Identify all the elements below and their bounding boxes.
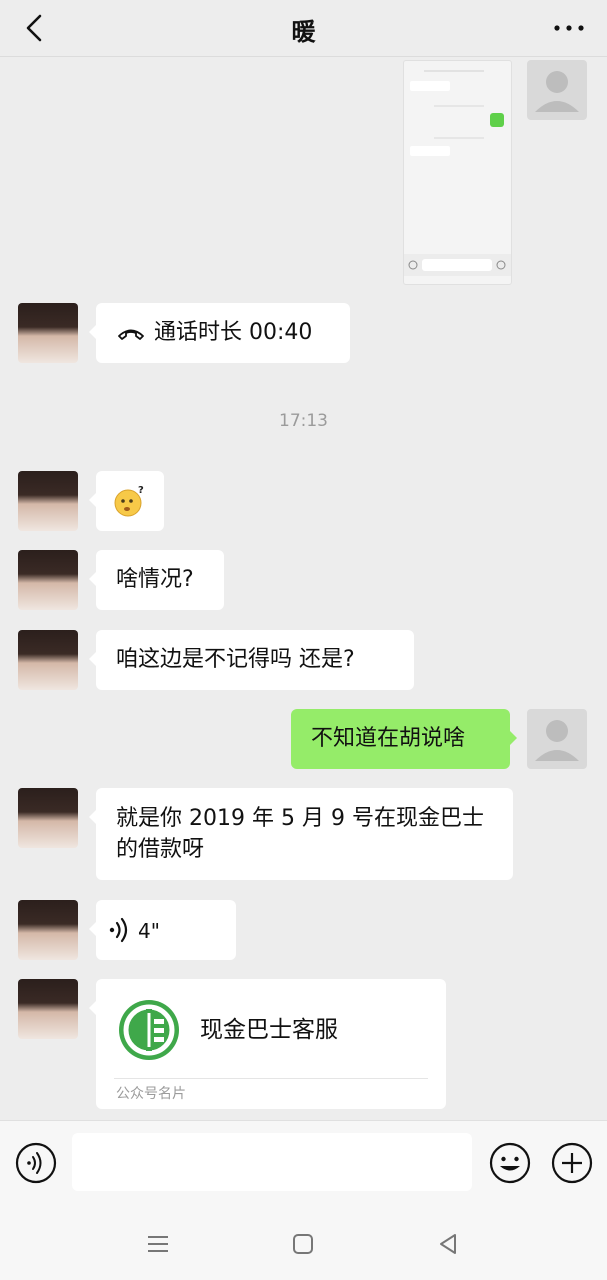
message-bubble[interactable]: 啥情况? — [89, 550, 224, 610]
voice-input-toggle-icon[interactable] — [14, 1141, 58, 1185]
voice-message-bubble[interactable]: 4" — [89, 900, 236, 960]
emoji-smiley-icon[interactable] — [488, 1141, 532, 1185]
svg-text:?: ? — [138, 485, 144, 496]
confused-face-emoji-icon: ? — [114, 485, 144, 517]
message-text: 就是你 2019 年 5 月 9 号在现金巴士的借款呀 — [116, 806, 484, 862]
system-nav-bar — [0, 1209, 607, 1280]
contact-avatar[interactable] — [18, 900, 78, 960]
message-text: 啥情况? — [116, 567, 194, 592]
time-divider: 17:13 — [279, 411, 328, 431]
message-bubble[interactable]: 咱这边是不记得吗 还是? — [89, 630, 414, 690]
input-bar — [0, 1120, 607, 1209]
home-square-icon[interactable] — [288, 1229, 318, 1259]
phone-hangup-icon — [118, 329, 144, 340]
contact-avatar[interactable] — [18, 979, 78, 1039]
message-bubble[interactable]: 就是你 2019 年 5 月 9 号在现金巴士的借款呀 — [89, 788, 513, 880]
chat-title: 暖 — [291, 18, 316, 46]
plus-circle-icon[interactable] — [550, 1141, 594, 1185]
call-duration-text: 通话时长 00:40 — [154, 320, 313, 345]
self-avatar[interactable] — [527, 60, 587, 120]
cash-bus-logo-icon — [119, 1000, 179, 1060]
message-text: 不知道在胡说啥 — [311, 726, 466, 751]
contact-avatar[interactable] — [18, 471, 78, 531]
emoji-bubble[interactable]: ? — [89, 471, 164, 531]
contact-avatar[interactable] — [18, 630, 78, 690]
call-record-bubble[interactable]: 通话时长 00:40 — [89, 303, 350, 363]
contact-avatar[interactable] — [18, 303, 78, 363]
card-account-name: 现金巴士客服 — [200, 1017, 338, 1043]
self-message-bubble[interactable]: 不知道在胡说啥 — [291, 709, 517, 769]
sent-screenshot-image[interactable] — [403, 60, 512, 285]
card-divider — [114, 1078, 428, 1079]
message-text: 咱这边是不记得吗 还是? — [116, 647, 355, 672]
menu-lines-icon[interactable] — [143, 1229, 173, 1259]
default-user-icon — [535, 720, 579, 761]
voice-duration: 4" — [138, 919, 160, 943]
default-user-icon — [535, 71, 579, 112]
message-input[interactable] — [72, 1133, 472, 1191]
back-triangle-icon[interactable] — [433, 1229, 463, 1259]
chat-header: 暖 — [0, 0, 607, 57]
more-dots-icon[interactable] — [549, 14, 589, 42]
self-avatar[interactable] — [527, 709, 587, 769]
contact-avatar[interactable] — [18, 550, 78, 610]
voice-wave-icon — [109, 917, 128, 943]
card-type-label: 公众号名片 — [116, 1086, 186, 1102]
contact-avatar[interactable] — [18, 788, 78, 848]
official-account-card[interactable]: 现金巴士客服 公众号名片 — [89, 979, 446, 1109]
screenshot-preview — [404, 70, 511, 276]
